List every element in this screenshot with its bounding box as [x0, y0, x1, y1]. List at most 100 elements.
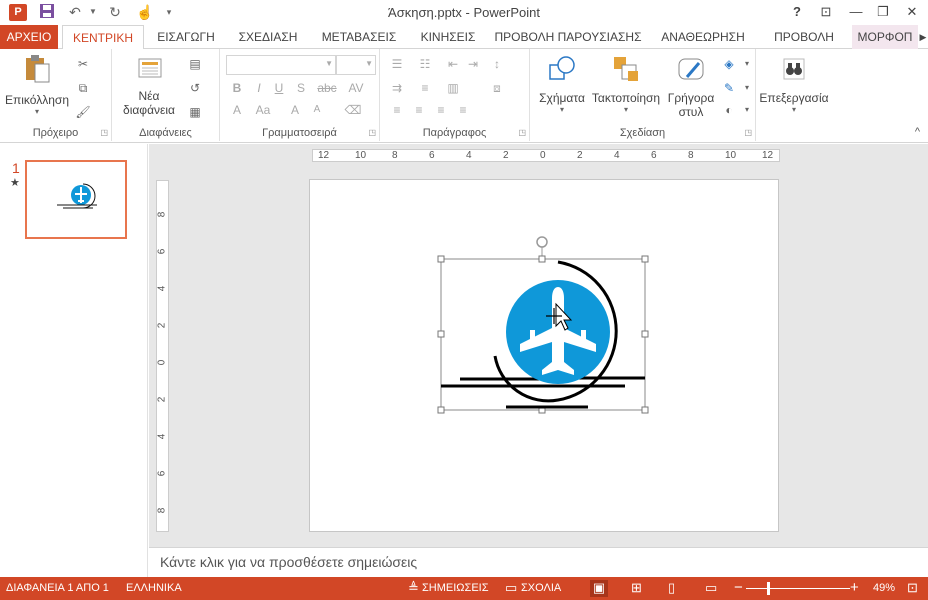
- minimize-button[interactable]: —: [845, 2, 867, 22]
- decrease-indent-icon[interactable]: ⇤: [444, 55, 462, 73]
- quick-styles-icon: [675, 53, 707, 85]
- reset-icon[interactable]: ↺: [186, 79, 204, 97]
- decrease-font-icon[interactable]: A: [308, 101, 326, 119]
- editing-group: Επεξεργασία ▾: [756, 49, 832, 141]
- notes-button[interactable]: ΣΗΜΕΙΩΣΕΙΣ: [422, 582, 489, 594]
- paragraph-group: ☰ ☷ ⇤ ⇥ ↕ ⇉ ≡ ▥ ⧈ ≡ ≡ ≡ ≡ Παράγραφος ◳: [380, 49, 530, 141]
- tab-design[interactable]: ΣΧΕΔΙΑΣΗ: [230, 25, 306, 49]
- change-case-button[interactable]: Aa: [250, 101, 276, 119]
- new-slide-icon: [133, 53, 165, 85]
- zoom-in-button[interactable]: +: [850, 579, 859, 596]
- new-slide-button[interactable]: Νέα διαφάνεια: [116, 53, 182, 117]
- italic-button[interactable]: I: [250, 79, 268, 97]
- shape-fill-dropdown-icon[interactable]: ▾: [738, 55, 756, 73]
- zoom-slider-thumb[interactable]: [767, 582, 770, 595]
- editing-button[interactable]: Επεξεργασία ▾: [756, 53, 832, 114]
- shape-outline-icon[interactable]: ✎: [720, 79, 738, 97]
- paste-dropdown-icon[interactable]: ▾: [4, 107, 70, 116]
- bullets-icon[interactable]: ☰: [388, 55, 406, 73]
- format-painter-icon[interactable]: 🖌: [74, 103, 92, 121]
- underline-button[interactable]: U: [270, 79, 288, 97]
- slide-count-label: ΔΙΑΦΑΝΕΙΑ 1 ΑΠΟ 1: [6, 582, 109, 594]
- drawing-launcher-icon[interactable]: ◳: [744, 128, 752, 137]
- paste-button[interactable]: Επικόλληση ▾: [4, 53, 70, 116]
- tab-animations[interactable]: ΚΙΝΗΣΕΙΣ: [412, 25, 484, 49]
- line-spacing-icon[interactable]: ↕: [488, 55, 506, 73]
- close-button[interactable]: ✕: [901, 2, 923, 22]
- editing-dropdown-icon: ▾: [791, 105, 796, 114]
- slide-show-icon[interactable]: ▭: [705, 580, 717, 596]
- normal-view-icon[interactable]: ▣: [590, 580, 608, 597]
- char-spacing-button[interactable]: AV: [344, 79, 368, 97]
- ruler-tick-label: 2: [503, 150, 509, 161]
- align-text-icon[interactable]: ≡: [416, 79, 434, 97]
- bold-button[interactable]: B: [228, 79, 246, 97]
- align-center-icon[interactable]: ≡: [410, 101, 428, 119]
- shape-effects-icon[interactable]: ◐: [720, 101, 738, 119]
- quick-styles-label-1: Γρήγορα: [667, 91, 715, 105]
- animation-star-icon: ★: [10, 177, 20, 189]
- copy-icon[interactable]: ⧉: [74, 79, 92, 97]
- font-group: ▼ ▼ B I U S abc AV A Aa A A ⌫ Γραμματοσε…: [220, 49, 380, 141]
- quick-styles-button[interactable]: Γρήγορα στυλ: [664, 53, 718, 119]
- font-launcher-icon[interactable]: ◳: [368, 128, 376, 137]
- reading-view-icon[interactable]: ▯: [668, 580, 675, 596]
- ruler-tick-label: 8: [688, 150, 694, 161]
- shadow-button[interactable]: S: [292, 79, 310, 97]
- shape-outline-dropdown-icon[interactable]: ▾: [738, 79, 756, 97]
- slide-sorter-icon[interactable]: ⊞: [631, 580, 642, 596]
- tab-insert[interactable]: ΕΙΣΑΓΩΓΗ: [148, 25, 224, 49]
- clipboard-launcher-icon[interactable]: ◳: [100, 128, 108, 137]
- slide-thumbnail[interactable]: [25, 160, 127, 239]
- shape-effects-dropdown-icon[interactable]: ▾: [738, 101, 756, 119]
- tab-slide-show[interactable]: ΠΡΟΒΟΛΗ ΠΑΡΟΥΣΙΑΣΗΣ: [490, 25, 646, 49]
- tab-home[interactable]: ΚΕΝΤΡΙΚΗ: [62, 25, 144, 50]
- shape-fill-icon[interactable]: ◈: [720, 55, 738, 73]
- zoom-out-button[interactable]: −: [734, 579, 743, 596]
- language-label[interactable]: ΕΛΛΗΝΙΚΑ: [126, 582, 182, 594]
- restore-button[interactable]: ❐: [872, 2, 894, 22]
- strikethrough-button[interactable]: abc: [314, 79, 340, 97]
- fit-slide-icon[interactable]: ⊡: [907, 580, 918, 596]
- notes-pane[interactable]: Κάντε κλικ για να προσθέσετε σημειώσεις: [149, 547, 928, 577]
- paragraph-launcher-icon[interactable]: ◳: [518, 128, 526, 137]
- increase-font-icon[interactable]: A: [286, 101, 304, 119]
- font-name-box[interactable]: ▼: [226, 55, 336, 75]
- tab-format[interactable]: ΜΟΡΦΟΠ: [852, 25, 918, 49]
- slide-canvas[interactable]: [309, 179, 779, 532]
- smartart-icon[interactable]: ⧈: [488, 79, 506, 97]
- ruler-tick-label: 4: [156, 433, 168, 440]
- clear-formatting-icon[interactable]: ⌫: [344, 101, 362, 119]
- increase-indent-icon[interactable]: ⇥: [464, 55, 482, 73]
- columns-icon[interactable]: ▥: [444, 79, 462, 97]
- arrange-button[interactable]: Τακτοποίηση ▾: [588, 53, 664, 114]
- shapes-button[interactable]: Σχήματα ▾: [534, 53, 590, 114]
- layout-icon[interactable]: ▤: [186, 55, 204, 73]
- ruler-tick-label: 6: [156, 248, 168, 255]
- tab-file[interactable]: ΑΡΧΕΙΟ: [0, 25, 58, 49]
- ruler-tick-label: 6: [651, 150, 657, 161]
- tab-transitions[interactable]: ΜΕΤΑΒΑΣΕΙΣ: [312, 25, 406, 49]
- new-slide-label-1: Νέα: [138, 89, 160, 103]
- help-button[interactable]: ?: [786, 2, 808, 22]
- font-size-box[interactable]: ▼: [336, 55, 376, 75]
- cut-icon[interactable]: ✂: [74, 55, 92, 73]
- comments-icon: ▭: [505, 580, 518, 595]
- justify-icon[interactable]: ≡: [454, 101, 472, 119]
- section-icon[interactable]: ▦: [186, 103, 204, 121]
- ribbon-display-options-button[interactable]: ⊡: [815, 2, 837, 22]
- comments-button[interactable]: ΣΧΟΛΙΑ: [521, 582, 561, 594]
- text-direction-icon[interactable]: ⇉: [388, 79, 406, 97]
- align-right-icon[interactable]: ≡: [432, 101, 450, 119]
- align-left-icon[interactable]: ≡: [388, 101, 406, 119]
- font-color-button[interactable]: A: [228, 101, 246, 119]
- zoom-slider[interactable]: [746, 588, 850, 589]
- numbering-icon[interactable]: ☷: [416, 55, 434, 73]
- tab-review[interactable]: ΑΝΑΘΕΩΡΗΣΗ: [652, 25, 754, 49]
- tab-view[interactable]: ΠΡΟΒΟΛΗ: [760, 25, 848, 49]
- zoom-level[interactable]: 49%: [873, 582, 895, 594]
- collapse-ribbon-icon[interactable]: ^: [915, 126, 920, 138]
- slide-artwork: [437, 236, 649, 414]
- ruler-tick-label: 12: [318, 150, 330, 161]
- tabs-scroll-icon[interactable]: ▶: [918, 25, 928, 49]
